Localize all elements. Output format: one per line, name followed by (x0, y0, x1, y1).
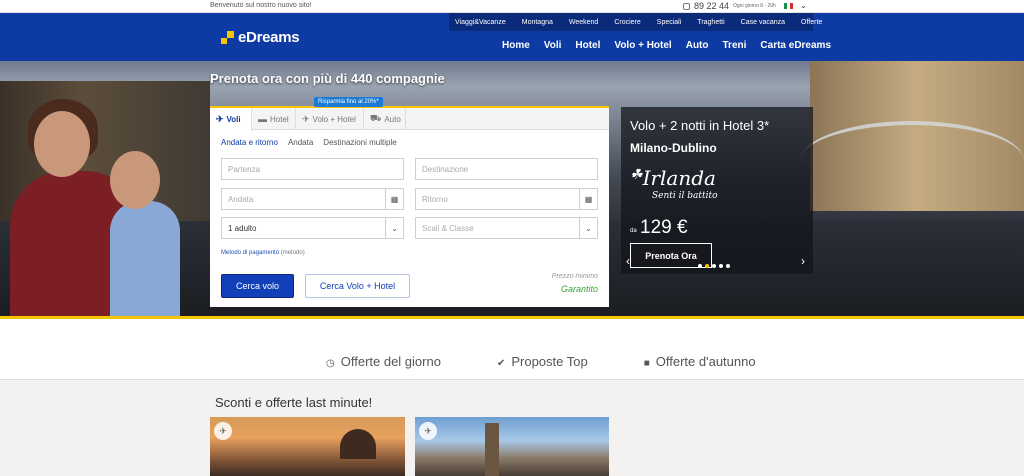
chevron-down-icon: ⌄ (385, 218, 403, 238)
promo-slogan: Senti il battito (652, 191, 718, 201)
nav-hotel[interactable]: Hotel (575, 40, 600, 51)
nav-volo-hotel[interactable]: Volo + Hotel (614, 40, 671, 51)
trip-roundtrip[interactable]: Andata e ritorno (221, 138, 278, 147)
tab-offerte-autunno[interactable]: ■ Offerte d'autunno (644, 354, 784, 369)
outbound-date-input[interactable]: Andata ▦ (221, 188, 404, 210)
hero-tagline: Prenota ora con più di 440 compagnie (210, 71, 445, 86)
hero-person-man (110, 151, 180, 317)
carousel-dots (698, 264, 733, 268)
main-nav: Home Voli Hotel Volo + Hotel Auto Treni … (502, 40, 845, 51)
payment-method-link[interactable]: Metodo di pagamento (metodo) (221, 250, 305, 256)
promo-card: Volo + 2 notti in Hotel 3* Milano-Dublin… (621, 107, 813, 274)
subnav-viaggi-vacanze[interactable]: Viaggi&Vacanze (455, 19, 506, 26)
tab-hotel[interactable]: ▬ Hotel (252, 108, 296, 130)
plane-icon: ✈ (419, 422, 437, 440)
promo-title: Volo + 2 notti in Hotel 3* (630, 118, 770, 133)
search-widget: ✈ Voli ▬ Hotel ✈ Volo + Hotel ⛟ Auto Risparm… (210, 97, 609, 307)
offer-card-london[interactable]: ✈ (415, 417, 609, 476)
nav-carta-edreams[interactable]: Carta eDreams (760, 40, 831, 51)
destination-input[interactable]: Destinazione (415, 158, 598, 180)
trip-oneway[interactable]: Andata (288, 138, 313, 147)
checkmark-icon: ✔ (496, 358, 506, 369)
calendar-icon[interactable]: ▦ (579, 189, 597, 209)
carousel-dot[interactable] (719, 264, 723, 268)
logo-mark-icon (221, 30, 234, 44)
hero-banner: Prenota ora con più di 440 compagnie ✈ Vo… (0, 61, 1024, 317)
offer-card-rome[interactable]: ✈ (210, 417, 405, 476)
carousel-dot[interactable] (726, 264, 730, 268)
trip-type-selector: Andata e ritorno Andata Destinazioni mul… (221, 138, 407, 147)
promo-brand: ☘Irlanda (630, 166, 716, 190)
section-title: Sconti e offerte last minute! (215, 395, 373, 410)
subnav-speciali[interactable]: Speciali (657, 19, 682, 26)
carousel-dot-active[interactable] (705, 264, 709, 268)
dome-image (340, 429, 376, 459)
plane-icon: ✈ (216, 114, 224, 124)
search-flight-hotel-button[interactable]: Cerca Volo + Hotel (305, 274, 410, 298)
class-select[interactable]: Scali & Classe ⌄ (415, 217, 598, 239)
subnav-crociere[interactable]: Crociere (614, 19, 640, 26)
plane-bed-icon: ✈ (302, 113, 310, 124)
carousel-prev-icon[interactable]: ‹ (626, 254, 630, 268)
search-tabs: ✈ Voli ▬ Hotel ✈ Volo + Hotel ⛟ Auto Risparm… (210, 97, 609, 131)
subnav-case-vacanza[interactable]: Case vacanza (741, 19, 785, 26)
phone-number[interactable]: 89 22 44 (683, 0, 729, 12)
logo-text: eDreams (238, 28, 300, 46)
promo-badge: Risparmia fino al 20%* (314, 97, 383, 107)
offers-tab-bar: ◷ Offerte del giorno ✔ Proposte Top ■ Offer… (0, 319, 1024, 380)
search-flight-button[interactable]: Cerca volo (221, 274, 294, 298)
italy-flag-icon[interactable] (784, 3, 793, 9)
subnav-montagna[interactable]: Montagna (522, 19, 553, 26)
chevron-down-icon[interactable]: ⌄ (800, 1, 807, 10)
site-header: eDreams Viaggi&Vacanze Montagna Weekend … (0, 13, 1024, 61)
secondary-nav: Viaggi&Vacanze Montagna Weekend Crociere… (449, 13, 822, 31)
tab-offerte-del-giorno[interactable]: ◷ Offerte del giorno (326, 354, 469, 369)
subnav-traghetti[interactable]: Traghetti (697, 19, 724, 26)
subnav-offerte[interactable]: Offerte (801, 19, 822, 26)
tab-voli[interactable]: ✈ Voli (210, 108, 252, 131)
phone-icon (683, 3, 690, 10)
tab-auto[interactable]: ⛟ Auto (364, 108, 406, 130)
opening-hours: Ogni giorno 8 - 20h (733, 3, 776, 9)
shamrock-icon: ☘ (630, 167, 643, 183)
top-bar: Benvenuto sul nostro nuovo sito! 89 22 4… (0, 0, 1024, 13)
departure-input[interactable]: Partenza (221, 158, 404, 180)
big-ben-image (485, 423, 499, 476)
subnav-weekend[interactable]: Weekend (569, 19, 598, 26)
suitcase-icon: ■ (643, 358, 650, 369)
carousel-dot[interactable] (712, 264, 716, 268)
min-price-guarantee: Prezzo minimo Garantito (551, 273, 598, 294)
hero-bridge (800, 121, 1024, 201)
trip-multicity[interactable]: Destinazioni multiple (323, 138, 396, 147)
clock-icon: ◷ (326, 358, 335, 369)
promo-route: Milano-Dublino (630, 141, 717, 155)
calendar-icon[interactable]: ▦ (385, 189, 403, 209)
return-date-input[interactable]: Ritorno ▦ (415, 188, 598, 210)
tab-volo-hotel[interactable]: ✈ Volo + Hotel (296, 108, 364, 130)
promo-price: 129 € (640, 217, 688, 238)
offers-tabs: ◷ Offerte del giorno ✔ Proposte Top ■ Offer… (326, 354, 812, 369)
plane-icon: ✈ (214, 422, 232, 440)
tab-proposte-top[interactable]: ✔ Proposte Top (497, 354, 616, 369)
passengers-select[interactable]: 1 adulto ⌄ (221, 217, 404, 239)
nav-home[interactable]: Home (502, 40, 530, 51)
promo-from-label: da (630, 228, 637, 234)
edreams-logo[interactable]: eDreams (221, 28, 300, 46)
nav-treni[interactable]: Treni (723, 40, 747, 51)
welcome-text: Benvenuto sul nostro nuovo sito! (210, 2, 312, 9)
chevron-down-icon: ⌄ (579, 218, 597, 238)
nav-auto[interactable]: Auto (686, 40, 709, 51)
nav-voli[interactable]: Voli (544, 40, 562, 51)
carousel-dot[interactable] (698, 264, 702, 268)
carousel-next-icon[interactable]: › (801, 254, 805, 268)
car-icon: ⛟ (370, 113, 382, 123)
bed-icon: ▬ (258, 114, 267, 124)
